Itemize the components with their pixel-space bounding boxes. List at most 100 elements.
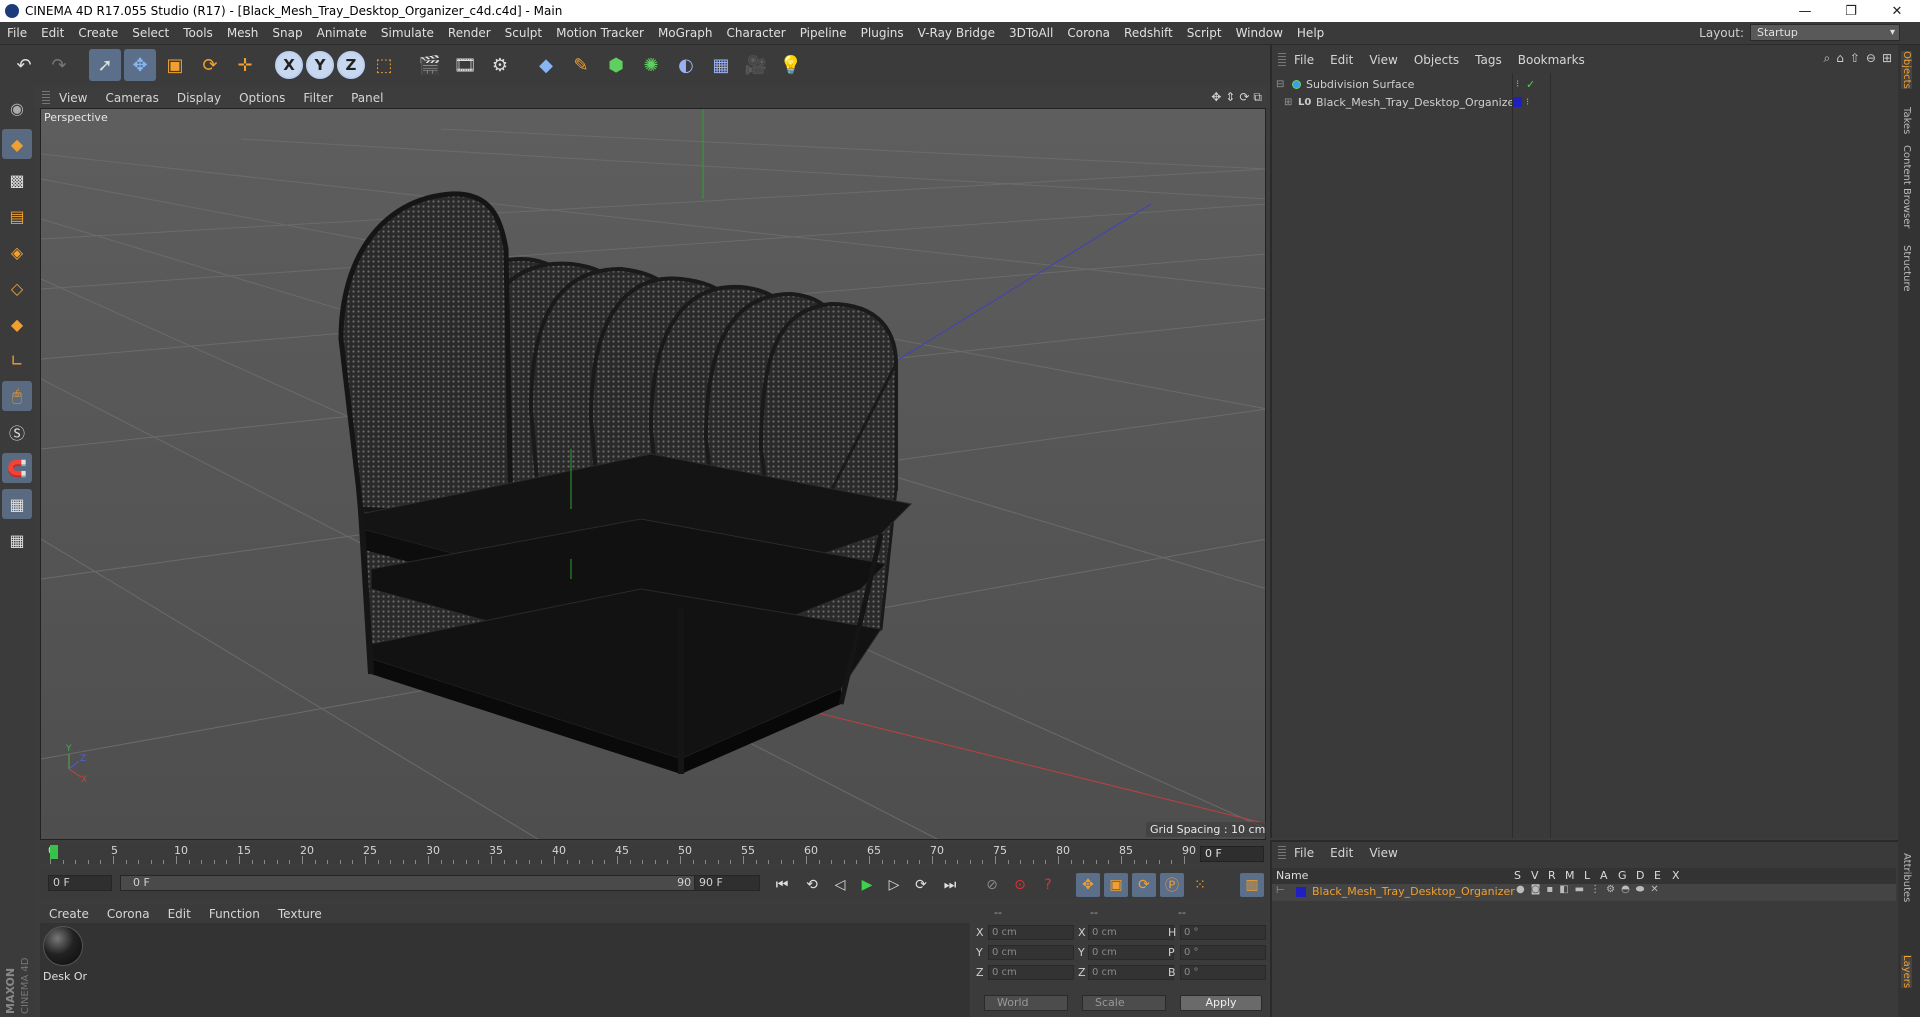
coord-mode-dropdown[interactable]: World (984, 995, 1068, 1011)
layer-flag-icons[interactable]: ●◙▪◧▬⋮⚙◓⬬✕ (1516, 884, 1665, 895)
layer-col-manager[interactable]: M (1565, 869, 1575, 882)
object-row-mesh-tray[interactable]: ⊞ L0 Black_Mesh_Tray_Desktop_Organizer ⁝ (1272, 93, 1896, 111)
menu-pipeline[interactable]: Pipeline (793, 26, 854, 40)
undo-icon[interactable]: ↶ (8, 49, 40, 81)
live-selection-icon[interactable]: ➚ (89, 49, 121, 81)
record-keys-icon[interactable]: ⊘ (980, 873, 1004, 897)
viewport-menu-view[interactable]: View (50, 91, 96, 105)
cloner-icon[interactable]: ✺ (635, 49, 667, 81)
up-icon[interactable]: ⇧ (1850, 51, 1860, 66)
menu-help[interactable]: Help (1290, 26, 1331, 40)
tab-layers[interactable]: Layers (1901, 955, 1912, 989)
search-icon[interactable]: ⌕ (1823, 51, 1830, 66)
objects-menu-tags[interactable]: Tags (1467, 53, 1510, 67)
material-name[interactable]: Desk Or (43, 970, 87, 983)
key-pla-icon[interactable]: ⁙ (1188, 873, 1212, 897)
key-rotation-icon[interactable]: ⟳ (1132, 873, 1156, 897)
timeline-playhead[interactable] (50, 845, 58, 859)
coord-size-x-field[interactable]: 0 cm (1088, 925, 1174, 940)
layer-col-deformers[interactable]: D (1636, 869, 1644, 882)
material-menu-create[interactable]: Create (40, 907, 98, 921)
model-mode-icon[interactable]: ◆ (2, 129, 32, 159)
menu-tools[interactable]: Tools (176, 26, 220, 40)
make-editable-icon[interactable]: ◉ (2, 93, 32, 123)
planar-workplane-icon[interactable]: ▦ (2, 525, 32, 555)
viewport-menu-filter[interactable]: Filter (294, 91, 342, 105)
redo-icon[interactable]: ↷ (43, 49, 75, 81)
orbit-view-icon[interactable]: ⟳ (1239, 90, 1249, 105)
layer-color-swatch[interactable] (1296, 887, 1306, 897)
play-icon[interactable]: ▶ (855, 873, 879, 897)
layer-col-xref[interactable]: X (1672, 869, 1680, 882)
menu-mesh[interactable]: Mesh (220, 26, 266, 40)
layer-col-view[interactable]: V (1531, 869, 1539, 882)
tab-attributes[interactable]: Attributes (1901, 853, 1912, 902)
viewport-menu-options[interactable]: Options (230, 91, 294, 105)
light-icon[interactable]: 💡 (775, 49, 807, 81)
key-parameter-icon[interactable]: Ⓟ (1160, 873, 1184, 897)
tab-content-browser[interactable]: Content Browser (1901, 145, 1912, 228)
menu-simulate[interactable]: Simulate (374, 26, 441, 40)
minimize-button[interactable]: — (1782, 0, 1828, 22)
menu-file[interactable]: File (0, 26, 34, 40)
visibility-dots-icon[interactable]: ⁝ (1526, 97, 1529, 108)
coord-rot-p-field[interactable]: 0 ° (1180, 945, 1266, 960)
close-button[interactable]: ✕ (1874, 0, 1920, 22)
edges-mode-icon[interactable]: ◇ (2, 273, 32, 303)
tab-structure[interactable]: Structure (1901, 245, 1912, 292)
objects-menu-objects[interactable]: Objects (1406, 53, 1467, 67)
texture-mode-icon[interactable]: ▩ (2, 165, 32, 195)
layer-col-expressions[interactable]: E (1654, 869, 1661, 882)
subdivision-icon[interactable]: ⬢ (600, 49, 632, 81)
enabled-check-icon[interactable]: ✓ (1526, 78, 1535, 91)
preview-range-slider[interactable]: 0 F 90 F (120, 875, 710, 891)
keyframe-selection-icon[interactable]: ? (1036, 873, 1060, 897)
layout-dropdown[interactable]: Startup (1750, 24, 1900, 41)
start-frame-field[interactable]: 0 F (48, 875, 112, 891)
timeline-ruler[interactable]: 051015202530354045505560657075808590 (40, 842, 1268, 864)
next-frame-icon[interactable]: ▷ (882, 873, 906, 897)
coord-pos-z-field[interactable]: 0 cm (988, 965, 1074, 980)
end-frame-field[interactable]: 90 F (694, 875, 760, 891)
menu-3dtoall[interactable]: 3DToAll (1002, 26, 1060, 40)
floor-icon[interactable]: ▦ (705, 49, 737, 81)
material-menu-corona[interactable]: Corona (98, 907, 159, 921)
material-menu-texture[interactable]: Texture (269, 907, 331, 921)
menu-mograph[interactable]: MoGraph (651, 26, 720, 40)
layer-col-solo[interactable]: S (1514, 869, 1521, 882)
object-name-subdivision[interactable]: Subdivision Surface (1306, 78, 1414, 91)
menu-select[interactable]: Select (125, 26, 176, 40)
visibility-dots-icon[interactable]: ⁝ (1516, 79, 1519, 90)
x-axis-icon[interactable]: X (275, 51, 303, 79)
menu-script[interactable]: Script (1180, 26, 1229, 40)
pan-view-icon[interactable]: ✥ (1211, 90, 1221, 105)
previous-keyframe-icon[interactable]: ⟲ (800, 873, 824, 897)
object-name-mesh-tray[interactable]: Black_Mesh_Tray_Desktop_Organizer (1316, 96, 1519, 109)
solo-mode-icon[interactable]: Ⓢ (2, 417, 32, 447)
menu-render[interactable]: Render (441, 26, 498, 40)
points-mode-icon[interactable]: ◈ (2, 237, 32, 267)
layer-col-animation[interactable]: A (1600, 869, 1608, 882)
snapping-icon[interactable]: 🧲 (2, 453, 32, 483)
menu-edit[interactable]: Edit (34, 26, 71, 40)
objects-menu-bookmarks[interactable]: Bookmarks (1510, 53, 1593, 67)
pen-spline-icon[interactable]: ✎ (565, 49, 597, 81)
menu-redshift[interactable]: Redshift (1117, 26, 1180, 40)
render-view-icon[interactable]: 🎬 (414, 49, 446, 81)
tab-takes[interactable]: Takes (1901, 107, 1912, 134)
maximize-view-icon[interactable]: ⧉ (1253, 90, 1262, 105)
dolly-view-icon[interactable]: ⇕ (1225, 90, 1235, 105)
layer-name[interactable]: Black_Mesh_Tray_Desktop_Organizer (1312, 885, 1515, 898)
panel-grip-icon[interactable] (1278, 846, 1286, 860)
menu-character[interactable]: Character (719, 26, 792, 40)
layer-expand-icon[interactable]: ⊢ (1276, 885, 1285, 896)
timeline-window-icon[interactable]: ▥ (1240, 873, 1264, 897)
coord-size-mode-dropdown[interactable]: Scale (1082, 995, 1166, 1011)
coord-rot-b-field[interactable]: 0 ° (1180, 965, 1266, 980)
apply-button[interactable]: Apply (1180, 995, 1262, 1011)
objects-menu-view[interactable]: View (1361, 53, 1405, 67)
deformer-icon[interactable]: ◐ (670, 49, 702, 81)
menu-corona[interactable]: Corona (1060, 26, 1117, 40)
new-panel-icon[interactable]: ⊞ (1882, 51, 1892, 66)
material-menu-edit[interactable]: Edit (159, 907, 200, 921)
